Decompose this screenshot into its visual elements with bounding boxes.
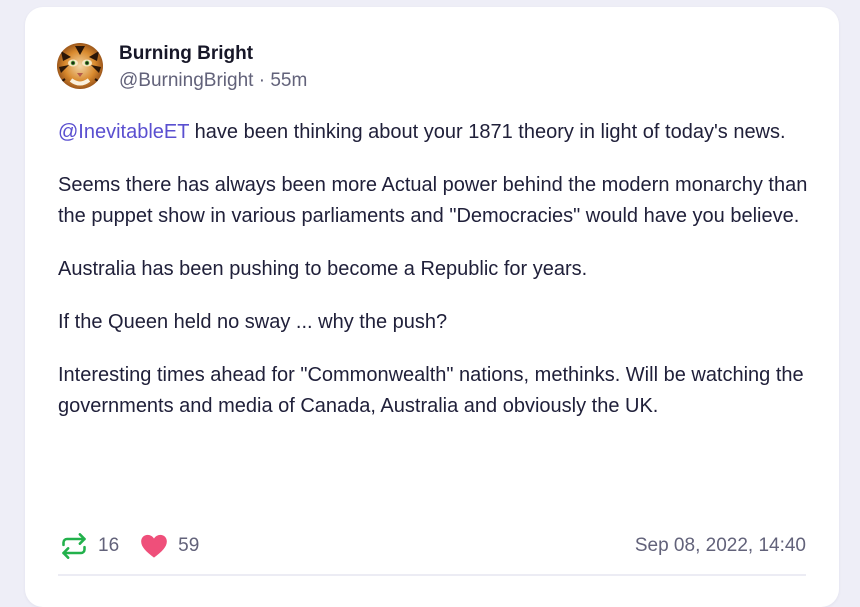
repost-icon	[62, 533, 86, 559]
author-meta: @BurningBright · 55m	[119, 70, 307, 92]
divider	[58, 574, 806, 576]
like-count: 59	[178, 535, 200, 556]
post-paragraph-text: have been thinking about your 1871 theor…	[189, 121, 786, 143]
post-age: 55m	[270, 70, 308, 91]
post-header: Burning Bright @BurningBright · 55m	[57, 43, 307, 92]
post-paragraph: Seems there has always been more Actual …	[58, 174, 808, 227]
post-timestamp[interactable]: Sep 08, 2022, 14:40	[635, 535, 806, 557]
post-body: @InevitableET have been thinking about y…	[58, 117, 816, 444]
avatar[interactable]	[57, 43, 103, 89]
post-card: Burning Bright @BurningBright · 55m @Ine…	[25, 7, 839, 607]
author-display-name[interactable]: Burning Bright	[119, 43, 307, 65]
repost-button[interactable]: 16	[60, 532, 119, 560]
post-paragraph: @InevitableET have been thinking about y…	[58, 117, 816, 148]
post-footer: 16 59 Sep 08, 2022, 14:40	[60, 531, 806, 561]
mention-link[interactable]: @InevitableET	[58, 121, 189, 143]
heart-icon	[141, 534, 167, 558]
like-button[interactable]: 59	[140, 533, 199, 559]
meta-separator: ·	[258, 70, 266, 91]
post-paragraph: Interesting times ahead for "Commonwealt…	[58, 364, 804, 417]
post-paragraph: If the Queen held no sway ... why the pu…	[58, 311, 448, 333]
author-info: Burning Bright @BurningBright · 55m	[119, 43, 307, 92]
author-handle[interactable]: @BurningBright	[119, 70, 253, 91]
post-paragraph: Australia has been pushing to become a R…	[58, 258, 588, 280]
repost-count: 16	[98, 535, 120, 556]
tiger-avatar-icon	[57, 43, 103, 89]
